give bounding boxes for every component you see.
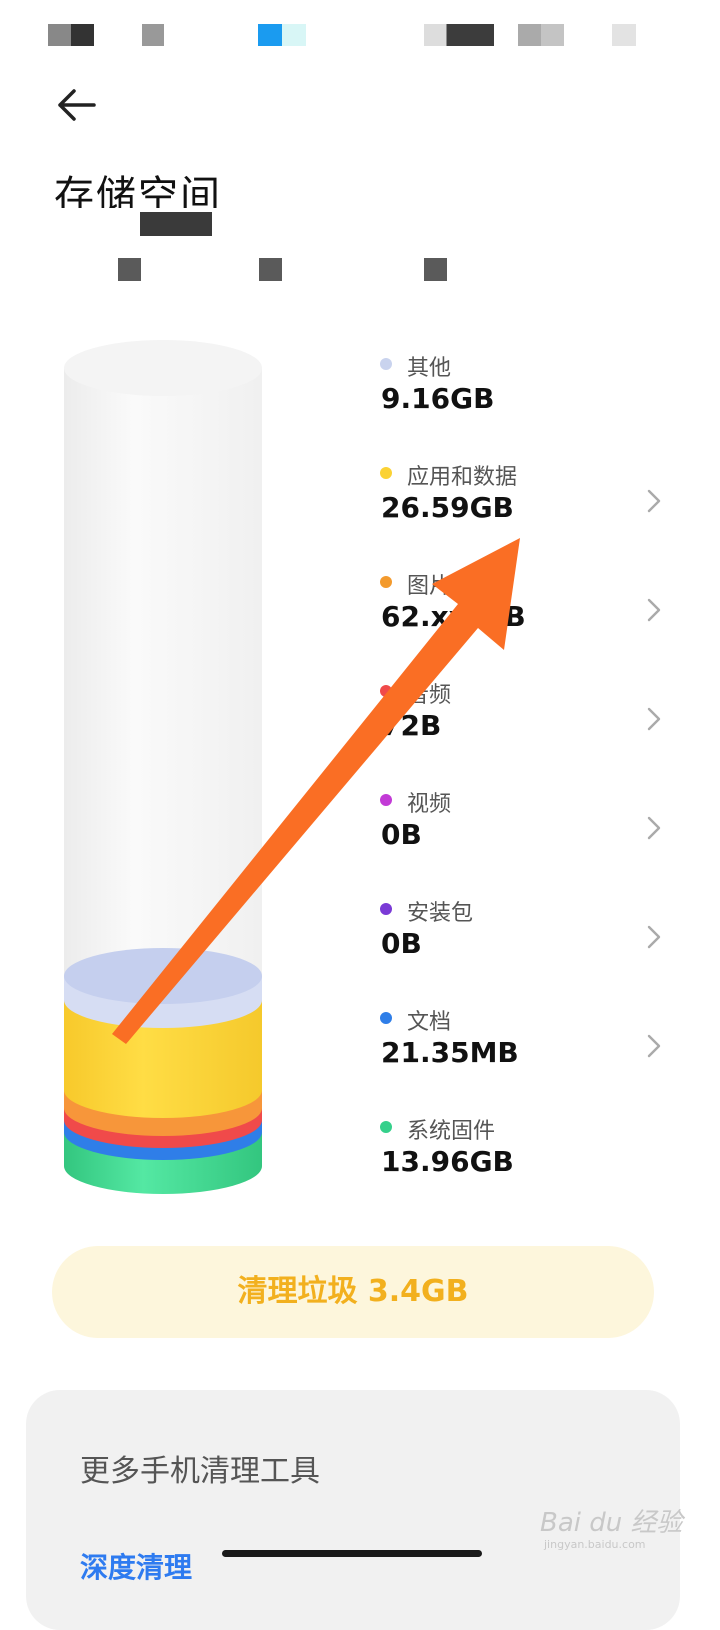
redacted-block <box>118 258 141 281</box>
redacted-block <box>140 212 212 236</box>
legend-label: 应用和数据 <box>407 465 518 490</box>
home-indicator[interactable] <box>222 1550 482 1557</box>
chevron-right-icon[interactable] <box>644 596 664 624</box>
storage-item-packages[interactable]: 安装包 0B <box>380 895 661 985</box>
legend-label: 音频 <box>407 683 452 708</box>
storage-item-apps[interactable]: 应用和数据 26.59GB <box>380 459 661 549</box>
redacted-block <box>259 258 282 281</box>
watermark-logo: Bai du 经验 <box>540 1508 683 1538</box>
storage-cylinder-graphic <box>64 340 262 1194</box>
legend-value: 62.xx MB <box>381 600 526 633</box>
legend-value: 0B <box>381 818 422 851</box>
legend-dot <box>380 903 392 915</box>
chevron-right-icon[interactable] <box>644 814 664 842</box>
legend-label: 视频 <box>407 792 452 817</box>
legend-label: 系统固件 <box>407 1119 496 1144</box>
back-arrow-icon <box>58 89 96 121</box>
clean-junk-button[interactable]: 清理垃圾 3.4GB <box>52 1246 654 1338</box>
legend-dot <box>380 794 392 806</box>
legend-value: 0B <box>381 927 422 960</box>
redacted-block <box>424 258 447 281</box>
legend-dot <box>380 467 392 479</box>
chevron-right-icon[interactable] <box>644 923 664 951</box>
legend-value: 9.16GB <box>381 382 495 415</box>
status-redacted-block <box>258 24 306 46</box>
status-redacted-block <box>142 24 164 46</box>
legend-dot <box>380 358 392 370</box>
legend-label: 其他 <box>407 356 452 381</box>
deep-clean-link[interactable]: 深度清理 <box>80 1546 192 1586</box>
page-title: 存储空间 <box>54 173 222 208</box>
status-redacted-block <box>424 24 494 46</box>
status-redacted-block <box>612 24 636 46</box>
status-redacted-block <box>518 24 564 46</box>
status-redacted-block <box>48 24 94 46</box>
legend-label: 图片 <box>407 574 452 599</box>
legend-value: 26.59GB <box>381 491 514 524</box>
storage-item-documents[interactable]: 文档 21.35MB <box>380 1004 661 1094</box>
watermark-url: jingyan.baidu.com <box>544 1538 646 1551</box>
storage-item-images[interactable]: 图片 62.xx MB <box>380 568 661 658</box>
storage-item-system: 系统固件 13.96GB <box>380 1113 660 1203</box>
back-button[interactable] <box>46 80 106 130</box>
chevron-right-icon[interactable] <box>644 705 664 733</box>
chevron-right-icon[interactable] <box>644 1032 664 1060</box>
chevron-right-icon[interactable] <box>644 487 664 515</box>
storage-item-video[interactable]: 视频 0B <box>380 786 661 876</box>
legend-label: 安装包 <box>407 901 474 926</box>
legend-value: 13.96GB <box>381 1145 514 1178</box>
storage-item-other: 其他 9.16GB <box>380 350 660 440</box>
legend-value: 72B <box>381 709 442 742</box>
legend-label: 文档 <box>407 1010 452 1035</box>
legend-dot <box>380 1012 392 1024</box>
legend-dot <box>380 1121 392 1133</box>
storage-item-audio[interactable]: 音频 72B <box>380 677 661 767</box>
legend-value: 21.35MB <box>381 1036 519 1069</box>
legend-dot <box>380 576 392 588</box>
tools-title: 更多手机清理工具 <box>80 1454 320 1489</box>
legend-dot <box>380 685 392 697</box>
status-bar <box>0 0 720 72</box>
